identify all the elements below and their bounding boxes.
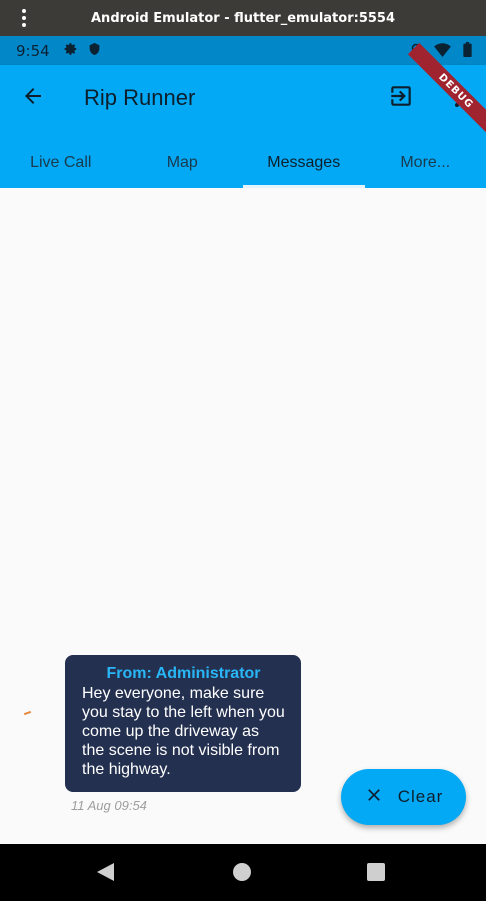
status-time: 9:54 <box>16 41 50 60</box>
gear-icon <box>64 42 78 60</box>
tab-map[interactable]: Map <box>122 137 244 188</box>
window-menu-icon[interactable] <box>14 8 34 28</box>
wifi-icon <box>434 42 451 61</box>
page-title: Rip Runner <box>84 85 196 110</box>
message-sender: From: Administrator <box>106 665 261 682</box>
message-bubble[interactable]: From: Administrator Hey everyone, make s… <box>65 655 301 792</box>
message-timestamp: 11 Aug 09:54 <box>71 798 147 813</box>
messages-panel[interactable]: From: Administrator Hey everyone, make s… <box>0 188 486 844</box>
app-bar: Rip Runner DEBUG Live Call Map Messages … <box>0 42 486 188</box>
logout-button[interactable] <box>386 83 416 113</box>
close-icon <box>364 785 384 810</box>
clear-button[interactable]: Clear <box>341 769 466 825</box>
shield-icon <box>88 42 101 60</box>
arrow-left-icon <box>21 84 45 113</box>
decorative-mark <box>23 710 32 716</box>
square-recents-icon[interactable] <box>367 863 385 881</box>
clear-button-label: Clear <box>397 787 444 806</box>
logout-icon <box>388 83 414 114</box>
battery-icon <box>463 42 472 61</box>
emulator-title-bar: Android Emulator - flutter_emulator:5554 <box>0 0 486 36</box>
triangle-back-icon[interactable] <box>97 863 115 886</box>
tab-messages[interactable]: Messages <box>243 137 365 188</box>
tab-bar: Live Call Map Messages More... <box>0 137 486 188</box>
window-title: Android Emulator - flutter_emulator:5554 <box>91 10 395 26</box>
message-text: Hey everyone, make sure you stay to the … <box>82 685 285 778</box>
tab-more[interactable]: More... <box>365 137 486 188</box>
tab-live-call[interactable]: Live Call <box>0 137 122 188</box>
back-button[interactable] <box>18 83 48 113</box>
circle-home-icon[interactable] <box>233 863 251 881</box>
system-nav-bar <box>0 844 486 901</box>
